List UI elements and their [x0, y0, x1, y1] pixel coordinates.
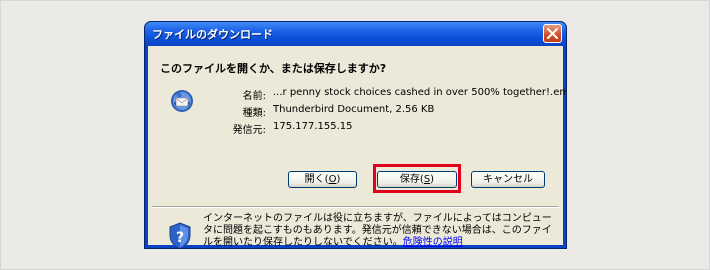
- thunderbird-icon: [171, 90, 193, 112]
- svg-text:?: ?: [176, 230, 184, 246]
- close-icon: [547, 28, 558, 39]
- open-button[interactable]: 開く(O): [288, 171, 357, 188]
- file-download-dialog: ファイルのダウンロード このファイルを開くか、または保存しますか? 名前: ..…: [144, 21, 567, 249]
- dialog-title: ファイルのダウンロード: [152, 28, 273, 41]
- security-warning: インターネットのファイルは役に立ちますが、ファイルによってはコンピュータに問題を…: [203, 213, 553, 248]
- save-button-close-paren: ): [430, 174, 435, 185]
- name-label: 名前:: [242, 91, 266, 102]
- file-type-value: Thunderbird Document, 2.56 KB: [273, 104, 435, 115]
- risk-explanation-link[interactable]: 危険性の説明: [403, 237, 463, 248]
- divider: [152, 206, 559, 208]
- save-button-label: 保存(: [399, 174, 424, 185]
- open-button-label: 開く(: [304, 174, 329, 185]
- dialog-body: このファイルを開くか、または保存しますか? 名前: ...r penny sto…: [148, 46, 566, 248]
- file-source-value: 175.177.155.15: [273, 121, 353, 132]
- save-button[interactable]: 保存(S): [377, 171, 457, 188]
- file-name-value: ...r penny stock choices cashed in over …: [273, 87, 567, 98]
- close-button[interactable]: [543, 24, 562, 43]
- source-label: 発信元:: [232, 125, 266, 136]
- download-question: このファイルを開くか、または保存しますか?: [160, 62, 387, 75]
- type-label: 種類:: [242, 108, 266, 119]
- cancel-button[interactable]: キャンセル: [471, 171, 545, 188]
- open-button-close-paren: ): [336, 174, 341, 185]
- shield-question-icon: ?: [169, 222, 191, 248]
- title-bar[interactable]: ファイルのダウンロード: [145, 22, 566, 46]
- warning-message: インターネットのファイルは役に立ちますが、ファイルによってはコンピュータに問題を…: [203, 213, 552, 248]
